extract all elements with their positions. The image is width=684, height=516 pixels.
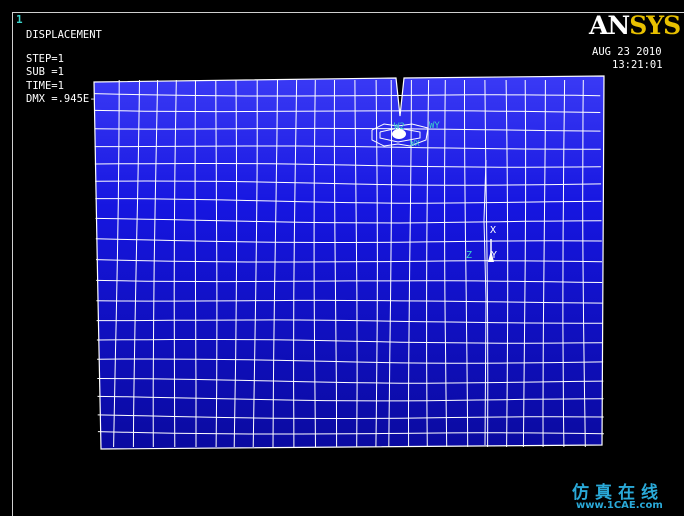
mesh-body — [93, 75, 605, 450]
node-label-wy: WY — [429, 121, 440, 131]
watermark: 仿真在线 www.1CAE.com — [572, 478, 678, 514]
deformed-mesh-plot[interactable]: W2 WY WX X Y Z — [0, 0, 684, 516]
triad-x-label: X — [490, 225, 496, 236]
node-label-wx: WX — [410, 139, 420, 148]
triad-y-label: Y — [491, 250, 497, 261]
triad-z-label: Z — [466, 250, 472, 261]
node-label-w2: W2 — [394, 122, 405, 132]
ansys-graphics-window[interactable]: 1 DISPLACEMENT STEP=1 SUB =1 TIME=1 DMX … — [0, 0, 684, 516]
watermark-url: www.1CAE.com — [576, 500, 663, 511]
